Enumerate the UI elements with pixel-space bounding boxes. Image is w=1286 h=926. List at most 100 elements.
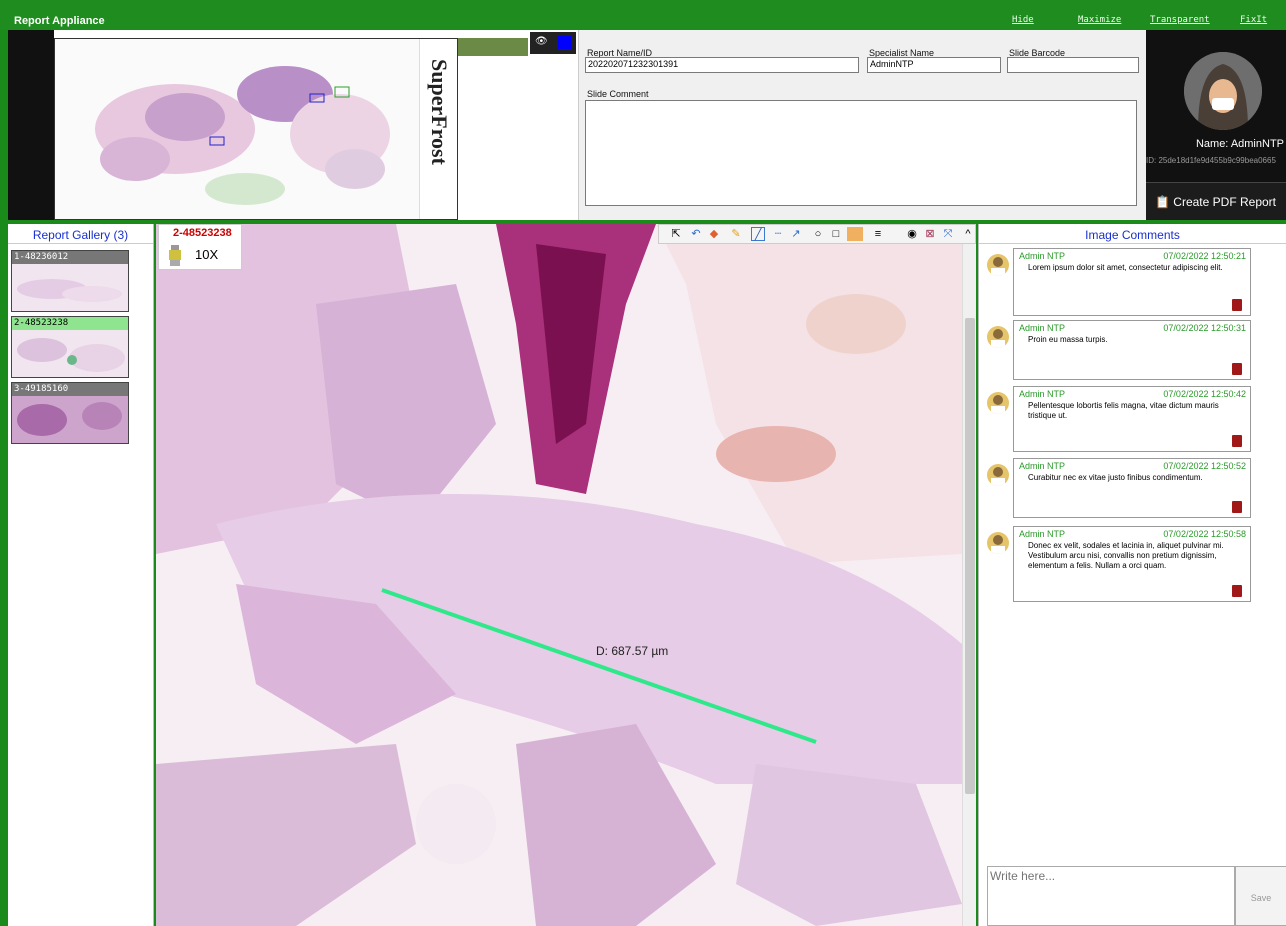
user-id: ID: 25de18d1fe9d455b9c99bea0665 xyxy=(1146,156,1276,165)
maximize-link[interactable]: Maximize xyxy=(1078,15,1121,25)
circle-tool-icon[interactable]: ○ xyxy=(811,227,825,241)
comment-item-2: Admin NTP 07/02/2022 12:50:31 Proin eu m… xyxy=(1013,320,1251,380)
trash-icon[interactable] xyxy=(1232,299,1242,311)
pointer-icon[interactable]: ⇱ xyxy=(669,227,683,241)
report-name-field[interactable]: 202202071232301391 xyxy=(585,57,859,73)
comment-text: Curabitur nec ex vitae justo finibus con… xyxy=(1028,473,1203,482)
gallery-item-thumbnail xyxy=(12,330,128,377)
save-comment-button[interactable]: Save xyxy=(1235,866,1286,926)
undo-icon[interactable]: ↶ xyxy=(689,227,703,241)
chevron-up-icon[interactable]: ^ xyxy=(961,227,975,241)
slide-viewer[interactable]: D: 687.57 µm 2-48523238 10X ⇱ ↶ ◆ ✎ ╱ ┄ … xyxy=(156,224,976,926)
comment-author: Admin NTP xyxy=(1019,461,1066,471)
trash-icon[interactable] xyxy=(1232,501,1242,513)
comment-avatar xyxy=(987,464,1009,486)
visibility-icon[interactable]: ◉ xyxy=(905,227,919,241)
pencil-icon[interactable]: ✎ xyxy=(729,227,743,241)
comment-item-4: Admin NTP 07/02/2022 12:50:52 Curabitur … xyxy=(1013,458,1251,518)
line-tool-icon[interactable]: ╱ xyxy=(751,227,765,241)
gallery-item-1[interactable]: 1-48236012 xyxy=(11,250,129,312)
gallery-item-label: 1-48236012 xyxy=(12,251,128,264)
trash-icon[interactable] xyxy=(1232,585,1242,597)
line-width-icon[interactable]: ≡ xyxy=(871,227,885,241)
comment-text: Pellentesque lobortis felis magna, vitae… xyxy=(1028,401,1219,420)
report-gallery: Report Gallery (3) 1-48236012 2-48523238… xyxy=(8,224,154,926)
comment-text: Donec ex velit, sodales et lacinia in, a… xyxy=(1028,541,1224,570)
eye-icon[interactable]: 👁 xyxy=(535,36,548,47)
report-gallery-title: Report Gallery (3) xyxy=(8,224,153,244)
viewer-scrollbar[interactable] xyxy=(962,244,976,926)
clear-annotations-icon[interactable]: ⊠ xyxy=(923,227,937,241)
comment-author: Admin NTP xyxy=(1019,389,1066,399)
specialist-name-field[interactable]: AdminNTP xyxy=(867,57,1001,73)
gallery-item-label: 2-48523238 xyxy=(12,317,128,330)
comment-avatar xyxy=(987,392,1009,414)
user-avatar-icon xyxy=(1184,52,1262,130)
ruler-icon[interactable]: ┄ xyxy=(771,227,785,241)
create-pdf-report-label: Create PDF Report xyxy=(1173,195,1276,209)
comment-avatar xyxy=(987,326,1009,348)
report-form: Report Name/ID 202202071232301391 Specia… xyxy=(578,30,1146,220)
slide-id: 2-48523238 xyxy=(173,227,232,239)
tissue-image xyxy=(156,224,962,926)
comment-time: 07/02/2022 12:50:21 xyxy=(1163,251,1246,261)
zoom-level: 10X xyxy=(195,247,219,262)
transparent-link[interactable]: Transparent xyxy=(1150,15,1210,25)
image-comments-panel: Image Comments Admin NTP 07/02/2022 12:5… xyxy=(978,224,1286,926)
gallery-item-thumbnail xyxy=(12,264,128,311)
comment-avatar xyxy=(987,254,1009,276)
objective-lens-icon xyxy=(169,245,181,266)
comment-author: Admin NTP xyxy=(1019,529,1066,539)
gallery-item-label: 3-49185160 xyxy=(12,383,128,396)
comment-author: Admin NTP xyxy=(1019,251,1066,261)
comment-item-1: Admin NTP 07/02/2022 12:50:21 Lorem ipsu… xyxy=(1013,248,1251,316)
comment-time: 07/02/2022 12:50:58 xyxy=(1163,529,1246,539)
arrow-icon[interactable]: ↗ xyxy=(789,227,803,241)
comment-input[interactable] xyxy=(987,866,1235,926)
annotation-toolbar: ⇱ ↶ ◆ ✎ ╱ ┄ ↗ ○ □ ≡ ◉ ⊠ ⤧ ^ xyxy=(658,224,976,244)
comment-text: Lorem ipsum dolor sit amet, consectetur … xyxy=(1028,263,1223,272)
comment-author: Admin NTP xyxy=(1019,323,1066,333)
slide-barcode-field[interactable] xyxy=(1007,57,1139,73)
overview-controls: 👁 xyxy=(530,32,576,54)
create-pdf-report-button[interactable]: 📋 Create PDF Report xyxy=(1146,182,1286,220)
overview-black-margin xyxy=(8,30,54,220)
top-panel: SuperFrost 👁 Report Name/ID 202202071232… xyxy=(8,30,1286,220)
gallery-item-2[interactable]: 2-48523238 xyxy=(11,316,129,378)
gallery-item-thumbnail xyxy=(12,396,128,443)
user-name: Name: AdminNTP xyxy=(1195,138,1284,150)
app-window: Report Appliance Hide Maximize Transpare… xyxy=(0,0,1286,926)
image-comments-title: Image Comments xyxy=(979,224,1286,244)
title-bar: Report Appliance Hide Maximize Transpare… xyxy=(0,0,1286,30)
measurement-label: D: 687.57 µm xyxy=(596,644,669,658)
comment-time: 07/02/2022 12:50:31 xyxy=(1163,323,1246,333)
rectangle-tool-icon[interactable]: □ xyxy=(829,227,843,241)
superfrost-label: SuperFrost xyxy=(419,39,457,219)
color-swatch[interactable] xyxy=(558,36,571,49)
eraser-icon[interactable]: ◆ xyxy=(707,227,721,241)
window-title: Report Appliance xyxy=(14,15,105,27)
superfrost-text: SuperFrost xyxy=(427,59,452,165)
comment-item-5: Admin NTP 07/02/2022 12:50:58 Donec ex v… xyxy=(1013,526,1251,602)
comment-time: 07/02/2022 12:50:52 xyxy=(1163,461,1246,471)
user-avatar xyxy=(1184,52,1262,130)
slide-strip-preview xyxy=(458,38,528,56)
viewer-scrollbar-thumb[interactable] xyxy=(965,318,975,794)
comment-item-3: Admin NTP 07/02/2022 12:50:42 Pellentesq… xyxy=(1013,386,1251,452)
comment-text: Proin eu massa turpis. xyxy=(1028,335,1108,344)
slide-comment-field[interactable] xyxy=(585,100,1137,206)
fit-view-icon[interactable]: ⤧ xyxy=(941,227,955,241)
hide-link[interactable]: Hide xyxy=(1012,15,1034,25)
trash-icon[interactable] xyxy=(1232,363,1242,375)
color-picker-icon[interactable] xyxy=(847,227,863,241)
comment-avatar xyxy=(987,532,1009,554)
clipboard-icon: 📋 xyxy=(1155,195,1174,209)
comment-time: 07/02/2022 12:50:42 xyxy=(1163,389,1246,399)
trash-icon[interactable] xyxy=(1232,435,1242,447)
slide-info-tag: 2-48523238 10X xyxy=(158,224,242,270)
fixit-link[interactable]: FixIt xyxy=(1240,15,1267,25)
slide-overview-tissue xyxy=(95,66,390,205)
user-panel: Name: AdminNTP ID: 25de18d1fe9d455b9c99b… xyxy=(1146,30,1286,220)
gallery-item-3[interactable]: 3-49185160 xyxy=(11,382,129,444)
slide-overview[interactable]: SuperFrost xyxy=(54,38,458,220)
